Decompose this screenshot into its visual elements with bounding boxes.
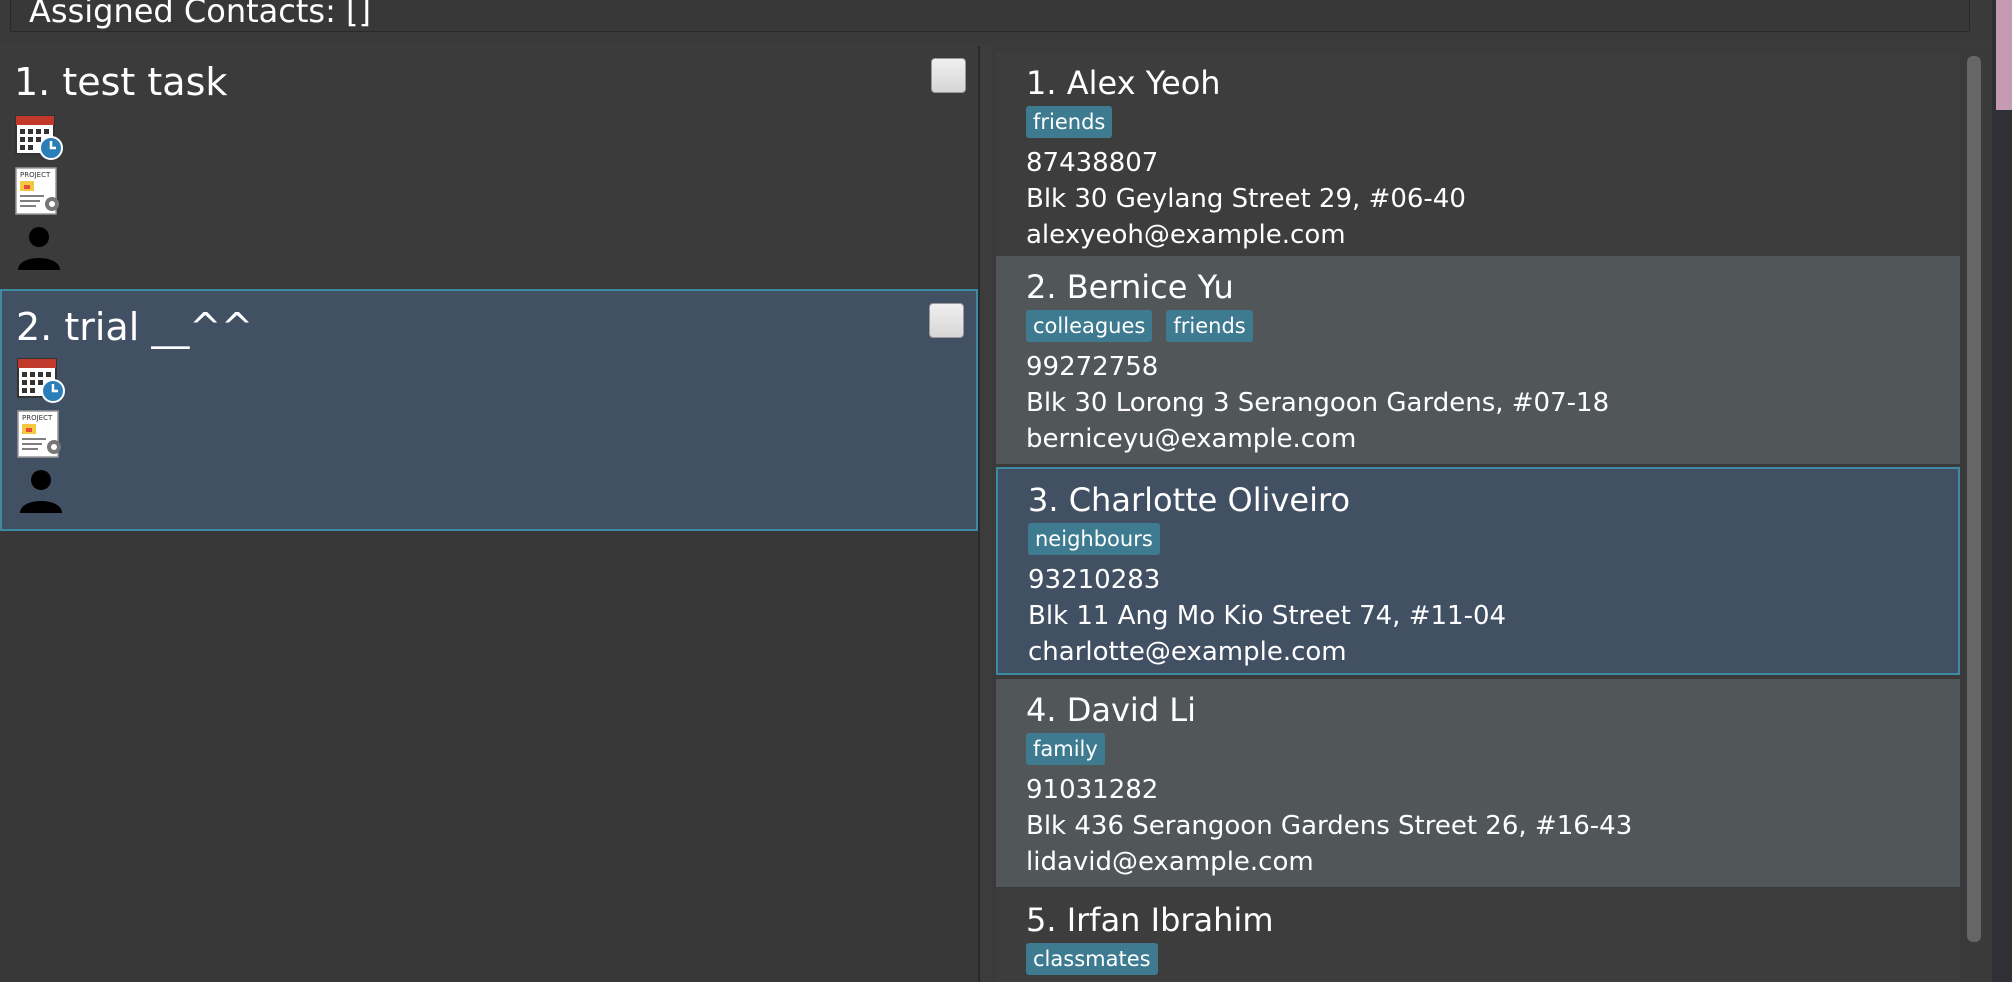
contact-card[interactable]: 4. David Li family 91031282 Blk 436 Sera…	[996, 679, 1960, 887]
calendar-clock-icon	[15, 115, 63, 160]
task-card[interactable]: 2. trial __^^ PROJECT	[0, 289, 978, 531]
contact-tag: colleagues	[1026, 310, 1153, 342]
contact-phone: 93210283	[1028, 565, 1161, 595]
contact-name: 3. Charlotte Oliveiro	[1028, 481, 1351, 519]
contact-email: charlotte@example.com	[1028, 637, 1347, 667]
contact-phone: 91031282	[1026, 775, 1159, 805]
svg-text:PROJECT: PROJECT	[22, 414, 53, 422]
contact-card[interactable]: 5. Irfan Ibrahim classmates	[996, 889, 1960, 982]
contact-email: berniceyu@example.com	[1026, 424, 1357, 454]
project-document-icon: PROJECT	[15, 167, 59, 215]
contact-tags: friends	[1026, 106, 1113, 138]
contact-address: Blk 30 Lorong 3 Serangoon Gardens, #07-1…	[1026, 388, 1610, 418]
contact-tag: friends	[1166, 310, 1253, 342]
contact-card[interactable]: 1. Alex Yeoh friends 87438807 Blk 30 Gey…	[996, 52, 1960, 260]
contact-email: alexyeoh@example.com	[1026, 220, 1346, 250]
contact-phone: 99272758	[1026, 352, 1159, 382]
contact-tag: classmates	[1026, 943, 1158, 975]
svg-text:PROJECT: PROJECT	[20, 171, 51, 179]
contact-address: Blk 30 Geylang Street 29, #06-40	[1026, 184, 1466, 214]
background-window-edge	[1992, 0, 2012, 982]
contact-tag: neighbours	[1028, 523, 1160, 555]
task-title: 2. trial __^^	[16, 305, 254, 349]
contact-tag: family	[1026, 733, 1105, 765]
contact-name: 2. Bernice Yu	[1026, 268, 1234, 306]
background-window-edge-accent	[1996, 0, 2012, 110]
contact-tags: colleagues friends	[1026, 310, 1253, 342]
task-done-checkbox[interactable]	[931, 58, 966, 93]
assigned-contacts-field: Assigned Contacts: []	[10, 0, 1970, 32]
contact-name: 1. Alex Yeoh	[1026, 64, 1221, 102]
contact-address: Blk 11 Ang Mo Kio Street 74, #11-04	[1028, 601, 1507, 631]
contact-phone: 87438807	[1026, 148, 1159, 178]
scroll-thumb[interactable]	[1967, 56, 1981, 942]
assigned-contacts-label: Assigned Contacts: []	[29, 0, 371, 30]
assigned-contacts-bar: Assigned Contacts: []	[0, 0, 2012, 44]
contact-name: 4. David Li	[1026, 691, 1196, 729]
contact-tags: family	[1026, 733, 1105, 765]
task-done-checkbox[interactable]	[929, 303, 964, 338]
contact-list-scrollbar[interactable]	[1964, 52, 1984, 982]
contact-tags: classmates	[1026, 943, 1158, 975]
contact-card[interactable]: 3. Charlotte Oliveiro neighbours 9321028…	[996, 467, 1960, 675]
contact-card[interactable]: 2. Bernice Yu colleagues friends 9927275…	[996, 256, 1960, 464]
task-card[interactable]: 1. test task PROJECT	[0, 46, 978, 288]
task-list[interactable]: 1. test task PROJECT 2. trial __^^ PROJE…	[0, 46, 980, 982]
task-title: 1. test task	[14, 60, 228, 104]
person-icon	[20, 470, 62, 513]
contact-tag: friends	[1026, 106, 1113, 138]
contact-tags: neighbours	[1028, 523, 1160, 555]
contact-name: 5. Irfan Ibrahim	[1026, 901, 1274, 939]
contact-list[interactable]: 1. Alex Yeoh friends 87438807 Blk 30 Gey…	[992, 46, 2012, 982]
project-document-icon: PROJECT	[17, 410, 61, 458]
contact-address: Blk 436 Serangoon Gardens Street 26, #16…	[1026, 811, 1633, 841]
person-icon	[18, 227, 60, 270]
calendar-clock-icon	[17, 358, 65, 403]
contact-email: lidavid@example.com	[1026, 847, 1314, 877]
